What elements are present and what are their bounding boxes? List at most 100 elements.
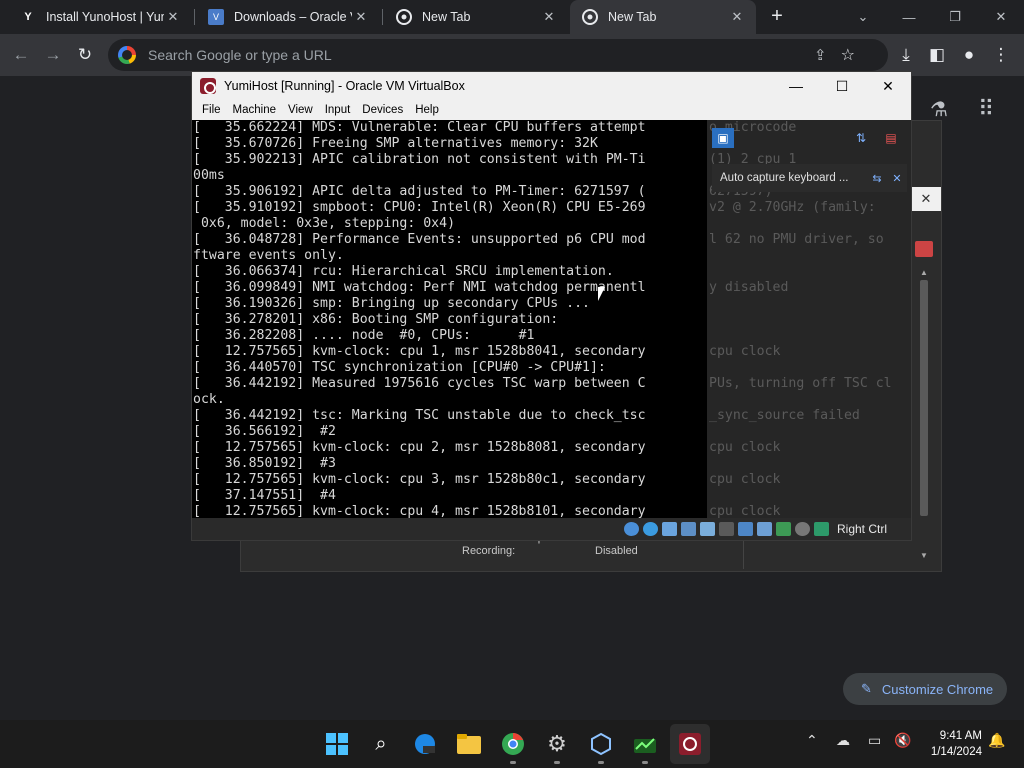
tab-divider [194,9,195,25]
overlay-line [709,424,892,440]
close-icon[interactable]: ✕ [352,8,370,26]
keyboard-capture-icon[interactable] [813,522,829,536]
close-window-icon[interactable]: ✕ [978,0,1024,34]
sort-icon[interactable]: ⇅ [850,128,872,148]
task-manager-icon[interactable] [631,730,659,764]
hard-disk-icon[interactable] [623,522,639,536]
menu-file[interactable]: File [196,104,227,116]
share-icon[interactable]: ⇪ [814,46,827,64]
virtualbox-app-icon[interactable] [587,730,615,764]
tab-new-tab[interactable]: New Tab ✕ [384,0,568,34]
maximize-icon[interactable]: ☐ [819,72,865,100]
close-notifications-icon[interactable]: ▤ [880,128,902,148]
onedrive-cloud-icon[interactable]: ☁ [836,732,850,749]
overlay-line [709,248,892,264]
console-line: [ 35.906192] APIC delta adjusted to PM-T… [193,184,646,199]
shared-folders-icon[interactable] [718,522,734,536]
minimize-icon[interactable]: — [886,0,932,34]
console-line: [ 36.066374] rcu: Hierarchical SRCU impl… [193,264,614,279]
notification-bell-icon[interactable]: 🔔 [988,732,1005,749]
notice-text: Auto capture keyboard ... [720,172,849,184]
overlay-line: _sync_source failed [709,408,860,423]
vm-running-app-icon[interactable] [670,724,710,764]
notice-info-icon[interactable]: ⇆ [867,172,887,185]
overlay-line [709,264,892,280]
notice-close-icon[interactable]: ✕ [887,172,907,185]
tab-title: Downloads – Oracle VM [234,10,352,24]
close-icon[interactable]: ✕ [865,72,911,100]
overlay-line: cpu clock [709,504,781,518]
manager-scrollbar[interactable]: ▲ ▼ [917,266,931,562]
boot-console-output: [ 35.662224] MDS: Vulnerable: Clear CPU … [193,120,713,518]
new-tab-button[interactable]: + [766,6,788,28]
bookmark-star-icon[interactable]: ☆ [841,45,855,65]
display-icon[interactable] [737,522,753,536]
close-icon[interactable]: ✕ [164,8,182,26]
close-icon[interactable]: ✕ [728,8,746,26]
close-icon[interactable]: ✕ [540,8,558,26]
console-line: [ 36.278201] x86: Booting SMP configurat… [193,312,559,327]
menu-input[interactable]: Input [319,104,357,116]
omnibox[interactable]: ⇪ ☆ [108,39,888,71]
running-indicator [554,761,560,764]
overlay-line: cpu clock [709,440,781,455]
vm-window: YumiHost [Running] - Oracle VM VirtualBo… [191,71,912,541]
tab-search-icon[interactable]: ⌄ [840,0,886,34]
profile-icon[interactable]: ● [956,42,982,68]
back-arrow-icon[interactable]: ← [8,42,34,68]
audio-icon[interactable] [661,522,677,536]
show-hidden-icons-chevron[interactable]: ⌃ [806,732,818,749]
settings-gear-icon[interactable]: ⚙ [543,730,571,764]
tab-title: Install YunoHost | Yuno [46,10,164,24]
usb-icon[interactable] [699,522,715,536]
download-icon[interactable]: ⤓ [893,42,919,68]
vm-screen[interactable]: [ 35.662224] MDS: Vulnerable: Clear CPU … [192,120,911,518]
side-panel-icon[interactable]: ◧ [924,42,950,68]
scrollbar-thumb[interactable] [920,280,928,516]
network-icon[interactable] [680,522,696,536]
recording-icon[interactable] [756,522,772,536]
overlay-line [709,328,892,344]
console-line: [ 36.282208] .... node #0, CPUs: #1 [193,328,535,343]
menu-help[interactable]: Help [409,104,445,116]
chat-bubble-icon[interactable]: ▣ [712,128,734,148]
cpu-icon[interactable] [775,522,791,536]
clock-time: 9:41 AM [939,730,982,742]
menu-machine[interactable]: Machine [227,104,282,116]
mouse-integration-icon[interactable] [794,522,810,536]
overlay-line [709,296,892,312]
system-clock[interactable]: 9:41 AM 1/14/2024 [920,728,982,760]
file-explorer-icon[interactable] [455,730,483,758]
minimize-icon[interactable]: — [773,72,819,100]
restore-icon[interactable]: ❐ [932,0,978,34]
apps-grid-icon[interactable]: ⠿ [978,96,994,122]
edge-dev-icon[interactable] [411,730,439,758]
tab-strip: Y Install YunoHost | Yuno ✕ V Downloads … [0,0,1024,34]
tab-downloads-oracle[interactable]: V Downloads – Oracle VM ✕ [196,0,380,34]
tab-new-tab-active[interactable]: New Tab ✕ [570,0,756,34]
labs-flask-icon[interactable]: ⚗ [930,97,948,122]
forward-arrow-icon[interactable]: → [40,42,66,68]
network-display-icon[interactable]: ▭ [868,732,881,749]
optical-drive-icon[interactable] [642,522,658,536]
reload-icon[interactable]: ↻ [72,42,98,68]
menu-devices[interactable]: Devices [356,104,409,116]
windows-start-icon[interactable] [323,730,351,758]
pencil-icon: ✎ [861,681,872,696]
windows-taskbar: ⌕ ⚙ ⌃ ☁ ▭ 🔇 9:41 AM 1/14/2024 🔔 [0,720,1024,768]
menu-dots-icon[interactable]: ⋮ [988,42,1014,68]
search-icon[interactable]: ⌕ [367,730,395,758]
address-input[interactable] [148,47,808,63]
chrome-app-icon[interactable] [499,730,527,764]
tab-install-yunohost[interactable]: Y Install YunoHost | Yuno ✕ [8,0,192,34]
console-line: [ 36.099849] NMI watchdog: Perf NMI watc… [193,280,646,295]
close-icon[interactable]: ✕ [911,187,941,211]
customize-chrome-button[interactable]: ✎ Customize Chrome [843,673,1007,705]
volume-muted-icon[interactable]: 🔇 [894,732,911,749]
menu-view[interactable]: View [282,104,319,116]
scroll-down-icon[interactable]: ▼ [920,551,928,560]
console-line: [ 36.442192] tsc: Marking TSC unstable d… [193,408,646,423]
scroll-up-icon[interactable]: ▲ [920,268,928,277]
overlay-line [709,392,892,408]
console-line: 00ms [193,168,225,183]
